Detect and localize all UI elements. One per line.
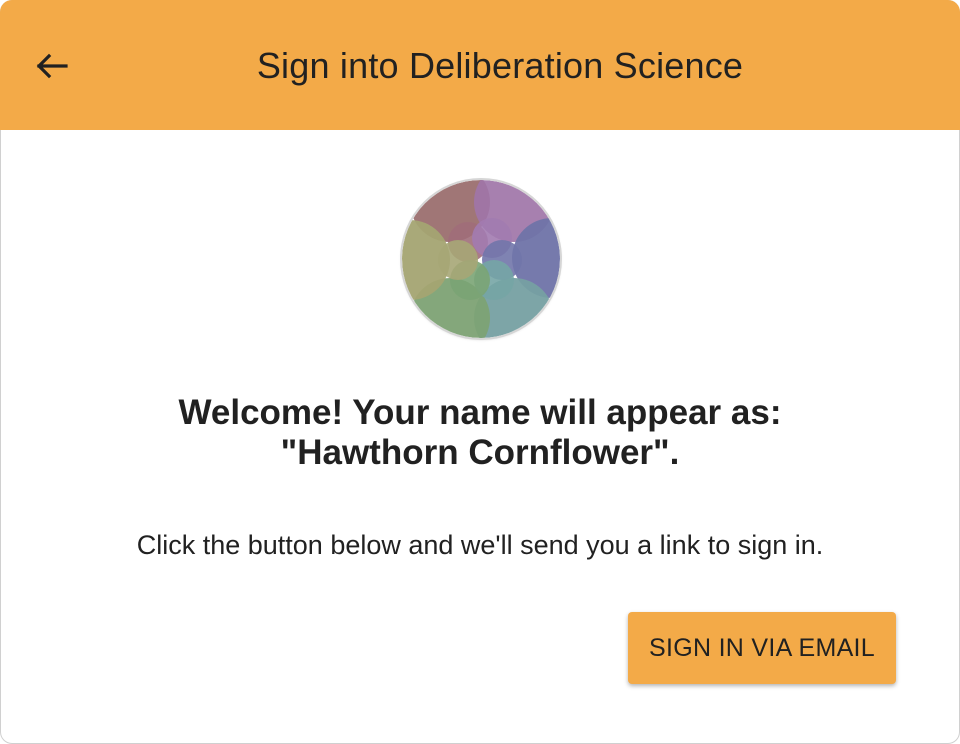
welcome-line-1: Welcome! Your name will appear as: <box>178 393 782 432</box>
welcome-heading: Welcome! Your name will appear as: "Hawt… <box>0 393 960 473</box>
app-logo-icon <box>402 180 560 338</box>
header-bar: Sign into Deliberation Science <box>0 0 960 130</box>
sign-in-dialog: Sign into Deliberation Science Welcome! … <box>0 0 960 744</box>
instructions-text: Click the button below and we'll send yo… <box>136 530 824 560</box>
sign-in-via-email-button[interactable]: SIGN IN VIA EMAIL <box>628 612 896 684</box>
display-name: "Hawthorn Cornflower". <box>280 433 680 472</box>
page-title: Sign into Deliberation Science <box>256 45 744 86</box>
